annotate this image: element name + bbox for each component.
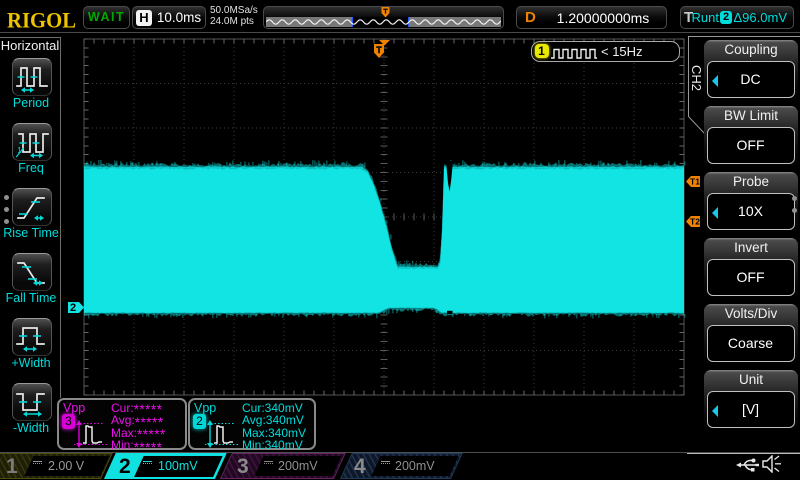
svg-text:T2: T2 — [690, 217, 700, 227]
svg-text:T1: T1 — [690, 177, 700, 187]
svg-text:2: 2 — [70, 302, 76, 314]
